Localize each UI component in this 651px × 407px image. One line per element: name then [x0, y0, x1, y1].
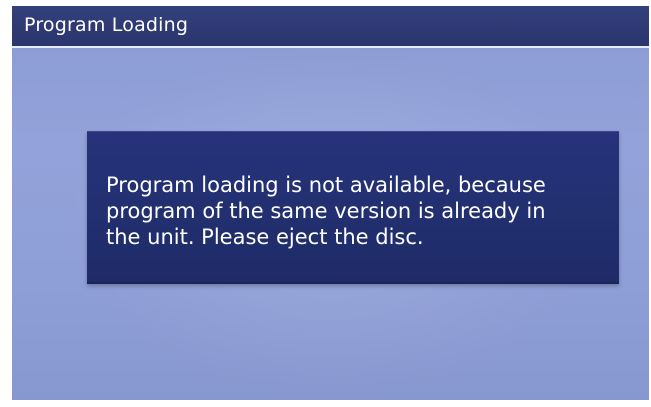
screen: Program Loading Program loading is not a…	[12, 6, 649, 400]
title-bar: Program Loading	[12, 6, 649, 48]
page-title: Program Loading	[24, 14, 189, 36]
message-dialog: Program loading is not available, becaus…	[87, 131, 619, 284]
dialog-message: Program loading is not available, becaus…	[106, 173, 546, 249]
